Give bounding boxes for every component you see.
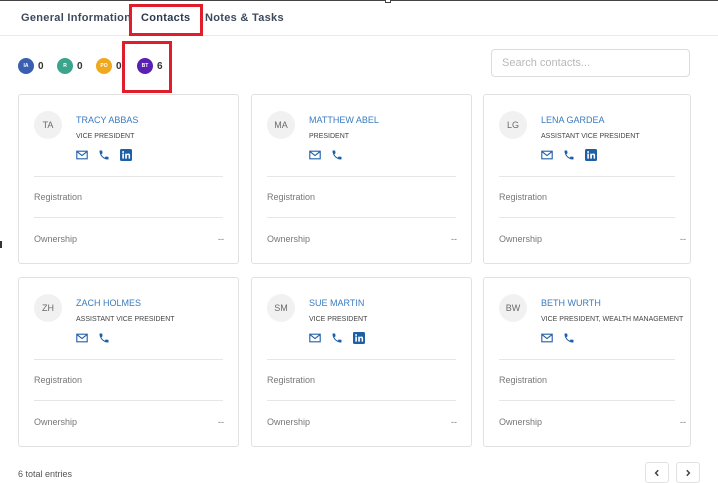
contact-name[interactable]: TRACY ABBAS [76, 115, 138, 125]
left-marker [0, 241, 2, 248]
contact-name[interactable]: BETH WURTH [541, 298, 601, 308]
ownership-value: -- [218, 417, 224, 427]
contact-title: VICE PRESIDENT [309, 316, 368, 323]
tab-general-information[interactable]: General Information [21, 12, 131, 24]
ownership-label: Ownership [267, 234, 311, 244]
registration-label: Registration [34, 192, 83, 202]
divider [499, 359, 675, 360]
registration-label: Registration [267, 192, 316, 202]
contact-title: VICE PRESIDENT, WEALTH MANAGEMENT [541, 316, 684, 323]
badge-bt-dot: BT [137, 58, 153, 74]
phone-icon[interactable] [331, 149, 343, 161]
chevron-right-icon [686, 469, 691, 476]
search-input[interactable] [491, 49, 690, 77]
divider [267, 400, 456, 401]
email-icon[interactable] [541, 149, 553, 161]
badge-po-count: 0 [116, 60, 122, 72]
ownership-label: Ownership [499, 417, 543, 427]
avatar: TA [34, 111, 62, 139]
contact-name[interactable]: ZACH HOLMES [76, 298, 141, 308]
ownership-value: -- [451, 234, 457, 244]
divider [499, 217, 675, 218]
badge-ia-count: 0 [38, 60, 44, 72]
tab-notes-tasks[interactable]: Notes & Tasks [205, 12, 284, 24]
contact-title: ASSISTANT VICE PRESIDENT [76, 316, 175, 323]
ownership-value: -- [451, 417, 457, 427]
email-icon[interactable] [541, 332, 553, 344]
ownership-value: -- [218, 234, 224, 244]
tab-contacts[interactable]: Contacts [141, 12, 190, 24]
filter-badge-ia[interactable]: IA 0 [18, 58, 44, 74]
avatar: SM [267, 294, 295, 322]
contact-card: MA MATTHEW ABEL PRESIDENT Registration O… [251, 94, 472, 264]
registration-label: Registration [499, 375, 548, 385]
registration-label: Registration [499, 192, 548, 202]
badge-po-dot: PO [96, 58, 112, 74]
email-icon[interactable] [309, 332, 321, 344]
divider [499, 400, 675, 401]
contact-card: ZH ZACH HOLMES ASSISTANT VICE PRESIDENT … [18, 277, 239, 447]
phone-icon[interactable] [98, 149, 110, 161]
badge-bt-count: 6 [157, 60, 163, 72]
avatar: ZH [34, 294, 62, 322]
contact-title: VICE PRESIDENT [76, 133, 135, 140]
ownership-label: Ownership [499, 234, 543, 244]
next-page-button[interactable] [676, 462, 700, 483]
ownership-value: -- [680, 234, 686, 244]
contact-name[interactable]: MATTHEW ABEL [309, 115, 379, 125]
ownership-value: -- [680, 417, 686, 427]
divider [34, 400, 223, 401]
ownership-label: Ownership [34, 417, 78, 427]
filter-badge-po[interactable]: PO 0 [96, 58, 122, 74]
email-icon[interactable] [76, 332, 88, 344]
divider [499, 176, 675, 177]
phone-icon[interactable] [563, 332, 575, 344]
tab-bar: General Information Contacts Notes & Tas… [0, 0, 718, 36]
divider [267, 176, 456, 177]
badge-ia-dot: IA [18, 58, 34, 74]
phone-icon[interactable] [98, 332, 110, 344]
registration-label: Registration [267, 375, 316, 385]
ownership-label: Ownership [34, 234, 78, 244]
divider [34, 359, 223, 360]
divider [34, 176, 223, 177]
chevron-left-icon [654, 469, 659, 476]
phone-icon[interactable] [331, 332, 343, 344]
contact-name[interactable]: LENA GARDEA [541, 115, 605, 125]
contact-name[interactable]: SUE MARTIN [309, 298, 364, 308]
linkedin-icon[interactable] [120, 149, 132, 161]
filter-badge-r[interactable]: R 0 [57, 58, 83, 74]
prev-page-button[interactable] [645, 462, 669, 483]
email-icon[interactable] [309, 149, 321, 161]
divider [267, 359, 456, 360]
contact-title: PRESIDENT [309, 133, 350, 140]
avatar: BW [499, 294, 527, 322]
contact-card: BW BETH WURTH VICE PRESIDENT, WEALTH MAN… [483, 277, 691, 447]
email-icon[interactable] [76, 149, 88, 161]
contact-title: ASSISTANT VICE PRESIDENT [541, 133, 640, 140]
avatar: MA [267, 111, 295, 139]
filter-badge-bt[interactable]: BT 6 [137, 58, 163, 74]
linkedin-icon[interactable] [585, 149, 597, 161]
ownership-label: Ownership [267, 417, 311, 427]
avatar: LG [499, 111, 527, 139]
total-entries: 6 total entries [18, 469, 73, 479]
linkedin-icon[interactable] [353, 332, 365, 344]
badge-r-count: 0 [77, 60, 83, 72]
contact-card: SM SUE MARTIN VICE PRESIDENT Registratio… [251, 277, 472, 447]
phone-icon[interactable] [563, 149, 575, 161]
badge-r-dot: R [57, 58, 73, 74]
divider [267, 217, 456, 218]
registration-label: Registration [34, 375, 83, 385]
contact-card: TA TRACY ABBAS VICE PRESIDENT Registrati… [18, 94, 239, 264]
contact-card: LG LENA GARDEA ASSISTANT VICE PRESIDENT … [483, 94, 691, 264]
divider [34, 217, 223, 218]
